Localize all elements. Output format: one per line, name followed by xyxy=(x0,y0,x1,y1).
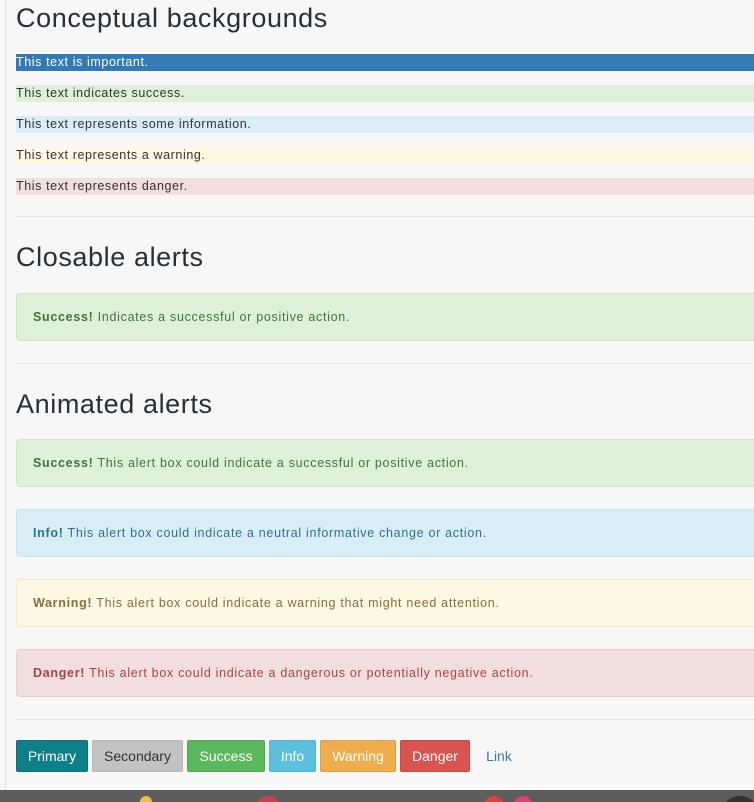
bg-warning-text: This text represents a warning. xyxy=(16,147,754,164)
left-border xyxy=(5,0,6,790)
alert-strong: Info! xyxy=(33,526,64,540)
primary-button[interactable]: Primary xyxy=(16,740,88,772)
info-button[interactable]: Info xyxy=(269,740,316,772)
animated-heading: Animated alerts xyxy=(16,389,213,419)
animated-success-alert: Success! This alert box could indicate a… xyxy=(16,439,754,487)
closable-success-alert[interactable]: Success! Indicates a successful or posit… xyxy=(16,293,754,341)
animated-warning-alert: Warning! This alert box could indicate a… xyxy=(16,579,754,627)
secondary-button[interactable]: Secondary xyxy=(92,740,183,772)
alert-message: Indicates a successful or positive actio… xyxy=(93,310,351,324)
link-button[interactable]: Link xyxy=(474,740,524,772)
alert-strong: Success! xyxy=(33,456,94,470)
dock-app-icon[interactable] xyxy=(256,796,280,802)
success-button[interactable]: Success xyxy=(187,740,265,772)
alert-message: This alert box could indicate a neutral … xyxy=(63,526,487,540)
alert-message: This alert box could indicate a dangerou… xyxy=(85,666,534,680)
divider xyxy=(16,363,754,364)
alert-message: This alert box could indicate a successf… xyxy=(93,456,469,470)
dock-app-icon[interactable] xyxy=(720,796,754,802)
closable-heading: Closable alerts xyxy=(16,242,204,272)
page: Conceptual backgrounds This text is impo… xyxy=(0,0,754,802)
dock-app-icon[interactable] xyxy=(514,796,532,802)
danger-button[interactable]: Danger xyxy=(400,740,470,772)
alert-message: This alert box could indicate a warning … xyxy=(92,596,500,610)
backgrounds-heading: Conceptual backgrounds xyxy=(16,3,328,33)
bg-primary-text: This text is important. xyxy=(16,54,754,71)
dock-bar xyxy=(0,790,754,802)
alert-strong: Success! xyxy=(33,310,94,324)
dock-app-icon[interactable] xyxy=(140,796,152,802)
divider xyxy=(16,719,754,720)
divider xyxy=(16,216,754,217)
dock-app-icon[interactable] xyxy=(484,796,504,802)
alert-strong: Warning! xyxy=(33,596,93,610)
warning-button[interactable]: Warning xyxy=(320,740,396,772)
animated-info-alert: Info! This alert box could indicate a ne… xyxy=(16,509,754,557)
bg-success-text: This text indicates success. xyxy=(16,85,754,102)
animated-danger-alert: Danger! This alert box could indicate a … xyxy=(16,649,754,697)
bg-danger-text: This text represents danger. xyxy=(16,178,754,195)
alert-strong: Danger! xyxy=(33,666,86,680)
bg-info-text: This text represents some information. xyxy=(16,116,754,133)
